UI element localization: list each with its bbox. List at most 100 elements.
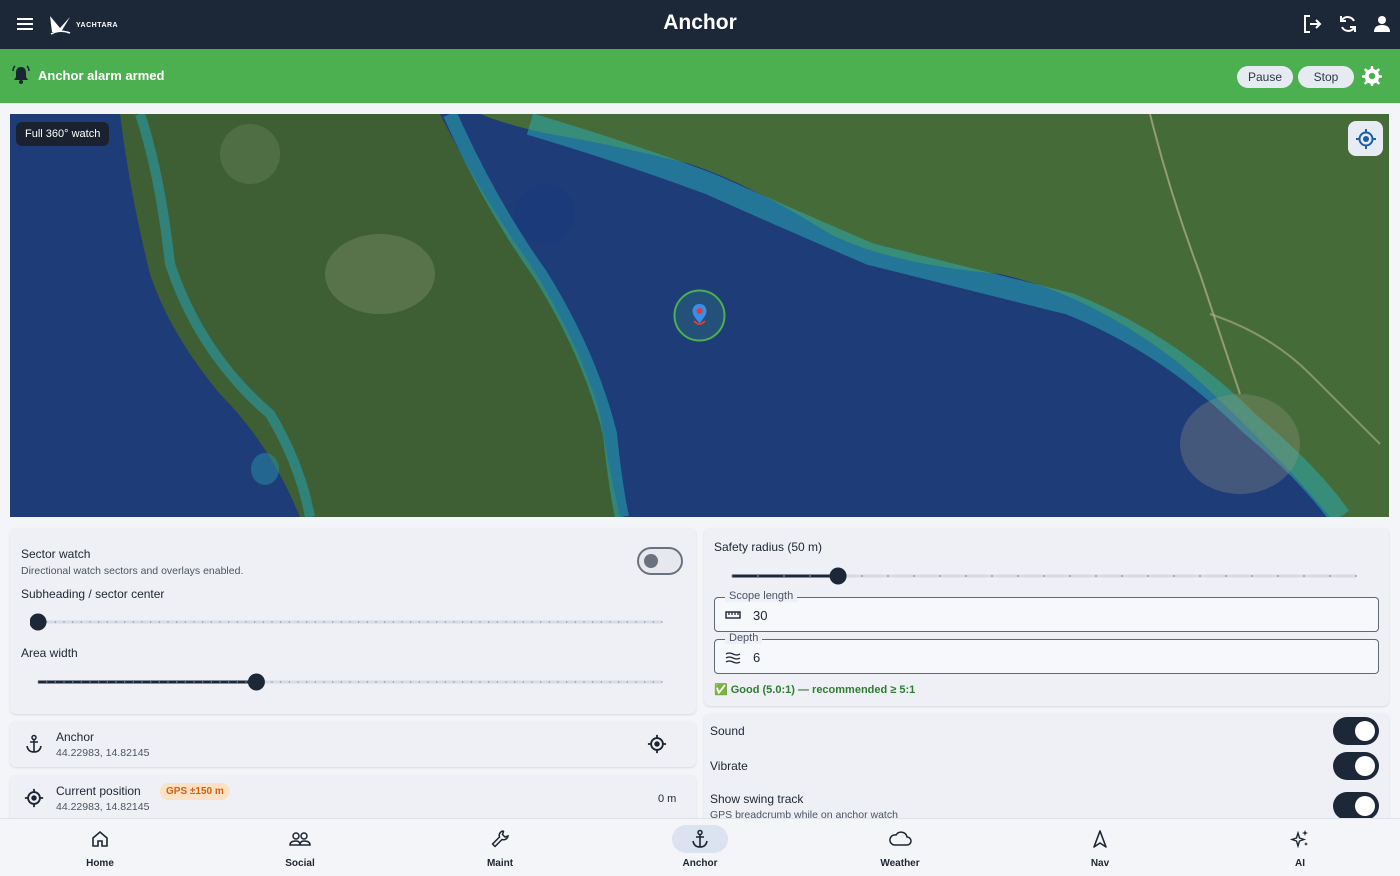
slider-tick — [505, 681, 507, 683]
slider-tick — [219, 681, 221, 683]
slider-tick — [349, 681, 351, 683]
anchor-label: Anchor — [56, 730, 95, 744]
slider-tick — [1017, 575, 1019, 577]
slider-tick — [861, 575, 863, 577]
slider-tick — [106, 621, 109, 623]
slider-tick — [89, 681, 91, 683]
safety-radius-slider[interactable] — [724, 566, 1364, 586]
slider-tick — [600, 681, 603, 683]
slider-tick — [201, 681, 204, 683]
slider-tick — [236, 681, 239, 683]
slider-tick — [1173, 575, 1175, 577]
subheading-slider[interactable] — [30, 612, 670, 632]
satellite-map[interactable]: Full 360° watch — [10, 114, 1389, 517]
scope-length-field[interactable]: Scope length — [714, 590, 1379, 632]
slider-thumb[interactable] — [30, 613, 47, 631]
slider-tick — [731, 575, 733, 577]
slider-tick — [314, 681, 317, 683]
anchor-position-card[interactable]: Anchor 44.22983, 14.82145 — [10, 721, 696, 767]
slider-tick — [262, 621, 265, 623]
pause-button[interactable]: Pause — [1237, 66, 1293, 88]
nav-item-anchor[interactable]: Anchor — [600, 819, 800, 876]
slider-tick — [210, 681, 213, 683]
slider-tick — [54, 681, 57, 683]
nav-item-weather[interactable]: Weather — [800, 819, 1000, 876]
anchor-icon — [26, 734, 42, 753]
slider-tick — [609, 621, 611, 623]
scope-length-label: Scope length — [725, 590, 798, 602]
slider-tick — [418, 621, 421, 623]
slider-tick — [652, 681, 655, 683]
nav-item-maint[interactable]: Maint — [400, 819, 600, 876]
nav-item-nav[interactable]: Nav — [1000, 819, 1200, 876]
alarm-settings-card: Sound Vibrate Show swing track GPS bread… — [704, 713, 1389, 823]
slider-thumb[interactable] — [247, 673, 265, 691]
sparkle-icon — [1289, 830, 1308, 849]
slider-tick — [106, 681, 109, 683]
logo-text: YACHTARA — [76, 21, 119, 29]
menu-icon[interactable] — [14, 13, 36, 35]
home-icon — [92, 830, 108, 847]
depth-field[interactable]: Depth — [714, 632, 1379, 674]
slider-tick — [1199, 575, 1201, 577]
slider-tick — [271, 681, 273, 683]
slider-tick — [305, 681, 308, 683]
sector-watch-subtitle: Directional watch sectors and overlays e… — [21, 565, 244, 577]
slider-tick — [565, 621, 568, 623]
slider-tick — [401, 621, 403, 623]
bottom-navigation: Home Social Maint Anchor Weather Nav AI — [0, 818, 1400, 876]
slider-tick — [1329, 575, 1331, 577]
slider-tick — [245, 621, 247, 623]
scope-length-input[interactable] — [753, 604, 1253, 626]
logout-icon[interactable] — [1301, 13, 1323, 35]
slider-tick — [505, 621, 507, 623]
set-anchor-here-icon[interactable] — [647, 734, 667, 754]
slider-tick — [591, 621, 594, 623]
gear-icon[interactable] — [1361, 65, 1383, 87]
ruler-icon — [725, 611, 741, 619]
slider-thumb[interactable] — [829, 567, 847, 585]
slider-tick — [158, 621, 161, 623]
slider-tick — [97, 621, 100, 623]
nav-label: Home — [86, 858, 114, 869]
slider-tick — [548, 681, 551, 683]
slider-tick — [496, 681, 499, 683]
slider-tick — [1147, 575, 1149, 577]
slider-tick — [297, 681, 299, 683]
slider-tick — [305, 621, 308, 623]
wrench-icon — [491, 830, 509, 848]
slider-tick — [167, 621, 169, 623]
current-position-card: Current position GPS ±150 m 44.22983, 14… — [10, 775, 696, 821]
slider-tick — [557, 621, 559, 623]
crosshair-icon — [1355, 128, 1376, 149]
vibrate-toggle[interactable] — [1333, 752, 1379, 780]
slider-tick — [557, 681, 559, 683]
area-width-slider[interactable] — [30, 672, 670, 692]
slider-tick — [167, 681, 169, 683]
slider-tick — [635, 621, 637, 623]
nav-item-ai[interactable]: AI — [1200, 819, 1400, 876]
slider-tick — [539, 681, 542, 683]
account-icon[interactable] — [1371, 13, 1393, 35]
slider-tick — [661, 621, 663, 623]
anchor-coords: 44.22983, 14.82145 — [56, 747, 150, 759]
slider-tick — [375, 681, 377, 683]
slider-tick — [141, 621, 143, 623]
nav-item-home[interactable]: Home — [0, 819, 200, 876]
sound-toggle[interactable] — [1333, 717, 1379, 745]
anchor-position-marker[interactable] — [673, 289, 726, 342]
cloud-icon — [889, 831, 912, 846]
sector-watch-toggle[interactable] — [637, 547, 683, 575]
locate-button[interactable] — [1348, 121, 1383, 156]
stop-button[interactable]: Stop — [1298, 66, 1354, 88]
depth-input[interactable] — [753, 646, 1253, 668]
sync-icon[interactable] — [1337, 13, 1359, 35]
alarm-banner: Anchor alarm armed Pause Stop — [0, 49, 1400, 103]
swing-track-toggle[interactable] — [1333, 792, 1379, 820]
bell-ring-icon — [12, 65, 30, 84]
slider-tick — [175, 621, 178, 623]
slider-tick — [132, 681, 135, 683]
nav-label: Nav — [1090, 858, 1110, 869]
slider-tick — [63, 621, 65, 623]
nav-item-social[interactable]: Social — [200, 819, 400, 876]
